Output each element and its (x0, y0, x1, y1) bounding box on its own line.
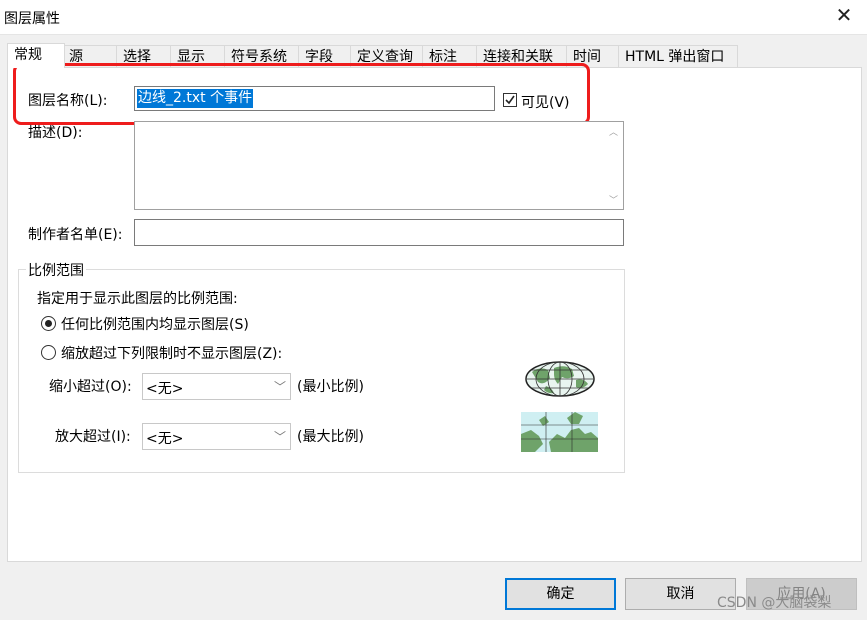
highlight-annotation (13, 63, 590, 125)
max-scale-hint: (最大比例) (297, 429, 364, 445)
watermark: CSDN @大脑袋梨 (717, 595, 832, 611)
radio-any-scale[interactable] (41, 316, 56, 331)
min-scale-dropdown[interactable]: <无> ﹀ (142, 373, 291, 400)
tab-general[interactable]: 常规 (7, 43, 65, 68)
min-scale-hint: (最小比例) (297, 379, 364, 395)
chevron-down-icon: ﹀ (273, 380, 286, 394)
title-bar: 图层属性 ✕ (0, 0, 867, 34)
chevron-down-icon: ﹀ (273, 430, 286, 444)
globe-icon (525, 361, 595, 397)
scale-range-instruction: 指定用于显示此图层的比例范围: (37, 291, 238, 307)
close-icon[interactable]: ✕ (833, 3, 855, 27)
scroll-down-icon[interactable]: ﹀ (609, 193, 618, 206)
max-scale-label: 放大超过(I): (55, 429, 131, 445)
ok-button[interactable]: 确定 (505, 578, 616, 610)
radio-limit-scale-label[interactable]: 缩放超过下列限制时不显示图层(Z): (61, 343, 282, 363)
radio-any-scale-label[interactable]: 任何比例范围内均显示图层(S) (61, 314, 249, 334)
max-scale-value: <无> (146, 431, 184, 447)
scroll-up-icon[interactable]: ︿ (609, 125, 618, 138)
description-textarea[interactable]: ︿ ﹀ (134, 121, 624, 210)
scale-range-title: 比例范围 (26, 260, 86, 280)
description-label: 描述(D): (28, 125, 83, 141)
min-scale-value: <无> (146, 381, 184, 397)
radio-limit-scale[interactable] (41, 345, 56, 360)
window-title: 图层属性 (4, 11, 60, 27)
description-scrollbar[interactable]: ︿ ﹀ (606, 122, 623, 209)
min-scale-label: 缩小超过(O): (49, 379, 132, 395)
credits-input[interactable] (134, 219, 624, 246)
tab-html-popup[interactable]: HTML 弹出窗口 (618, 45, 738, 67)
map-icon (521, 412, 598, 452)
title-divider (0, 34, 867, 35)
credits-label: 制作者名单(E): (28, 227, 123, 243)
max-scale-dropdown[interactable]: <无> ﹀ (142, 423, 291, 450)
